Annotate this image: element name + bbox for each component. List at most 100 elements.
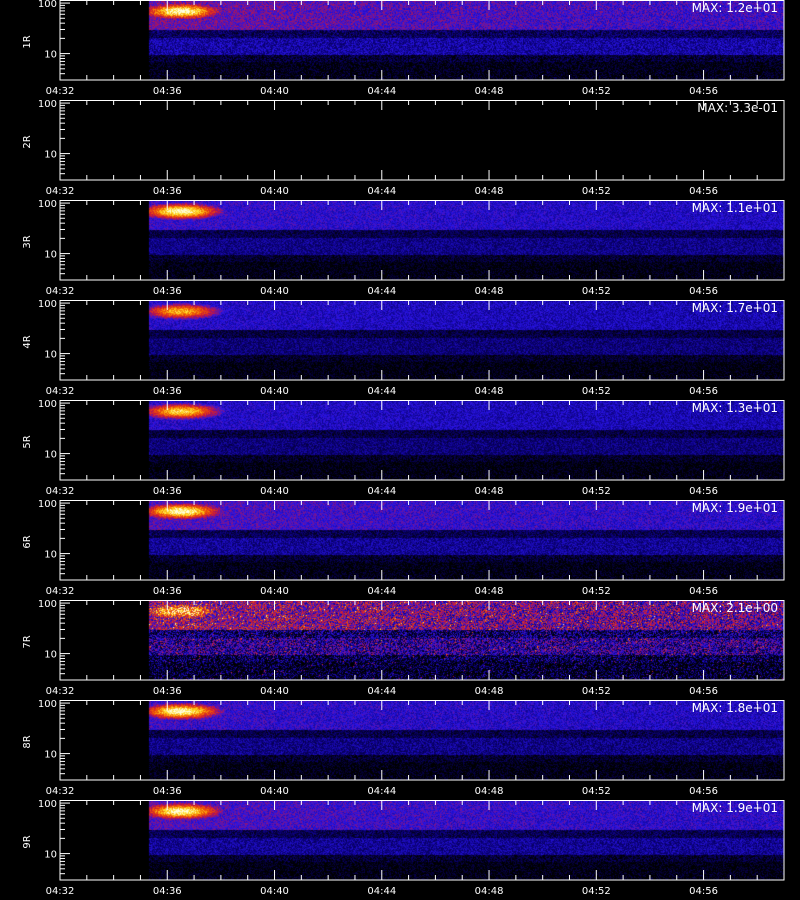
x-tick-label: 04:56 — [689, 286, 718, 297]
x-tick-label: 04:56 — [689, 486, 718, 497]
max-label: MAX: 2.1e+00 — [692, 601, 778, 615]
spectrogram-axes: 100 10 04:32 04:36 04:40 04:44 04:48 04:52 04:56… — [22, 799, 785, 897]
x-tick-label: 04:48 — [475, 186, 504, 197]
plot-frame — [59, 0, 785, 81]
x-tick-label: 04:44 — [367, 486, 396, 497]
x-tick-label: 04:32 — [46, 886, 75, 897]
plot-frame — [59, 100, 785, 181]
spectrogram-axes: 100 10 04:32 04:36 04:40 04:44 04:48 04:52 04:56… — [22, 499, 785, 597]
spectrogram-axes: 100 10 04:32 04:36 04:40 04:44 04:48 04:52 04:56… — [22, 599, 785, 697]
x-tick-label: 04:36 — [153, 886, 182, 897]
x-tick-label: 04:56 — [689, 86, 718, 97]
x-tick-label: 04:44 — [367, 386, 396, 397]
x-tick-label: 04:52 — [582, 586, 611, 597]
plot-frame — [59, 200, 785, 281]
x-tick-label: 04:36 — [153, 486, 182, 497]
x-tick-label: 04:36 — [153, 586, 182, 597]
max-label: MAX: 1.7e+01 — [692, 301, 778, 315]
channel-label: 5R — [22, 435, 33, 448]
y-tick-label: 10 — [44, 150, 57, 161]
x-tick-label: 04:48 — [475, 886, 504, 897]
plot-frame — [59, 800, 785, 881]
plot-frame — [59, 300, 785, 381]
x-tick-label: 04:36 — [153, 386, 182, 397]
spectrogram-panel-4r: 100 10 04:32 04:36 04:40 04:44 04:48 04:52 04:56… — [0, 299, 800, 400]
x-tick-label: 04:56 — [689, 886, 718, 897]
spectrogram-panel-8r: 100 10 04:32 04:36 04:40 04:44 04:48 04:52 04:56… — [0, 699, 800, 800]
max-label: MAX: 1.1e+01 — [692, 201, 778, 215]
max-label: MAX: 1.8e+01 — [692, 701, 778, 715]
x-tick-label: 04:40 — [260, 186, 289, 197]
x-tick-label: 04:36 — [153, 86, 182, 97]
plot-frame — [59, 600, 785, 681]
x-tick-label: 04:44 — [367, 86, 396, 97]
channel-label: 6R — [22, 535, 33, 548]
x-tick-label: 04:32 — [46, 486, 75, 497]
x-tick-label: 04:32 — [46, 286, 75, 297]
x-tick-label: 04:44 — [367, 886, 396, 897]
spectrogram-axes: 100 10 04:32 04:36 04:40 04:44 04:48 04:52 04:56… — [22, 399, 785, 497]
plot-frame — [59, 700, 785, 781]
max-label: MAX: 1.3e+01 — [692, 401, 778, 415]
x-tick-label: 04:48 — [475, 686, 504, 697]
x-tick-label: 04:52 — [582, 186, 611, 197]
max-label: MAX: 1.9e+01 — [692, 801, 778, 815]
y-tick-label: 10 — [44, 750, 57, 761]
x-tick-label: 04:40 — [260, 486, 289, 497]
y-tick-label: 10 — [44, 550, 57, 561]
spectrogram-panel-2r: 100 10 04:32 04:36 04:40 04:44 04:48 04:52 04:56… — [0, 99, 800, 200]
x-tick-label: 04:40 — [260, 786, 289, 797]
x-tick-label: 04:44 — [367, 286, 396, 297]
channel-label: 9R — [22, 835, 33, 848]
plot-frame — [59, 500, 785, 581]
y-tick-label: 10 — [44, 50, 57, 61]
max-label: MAX: 1.2e+01 — [692, 1, 778, 15]
x-tick-label: 04:36 — [153, 686, 182, 697]
x-tick-label: 04:40 — [260, 286, 289, 297]
x-tick-label: 04:56 — [689, 386, 718, 397]
x-tick-label: 04:32 — [46, 86, 75, 97]
y-tick-label: 100 — [38, 799, 57, 810]
spectrogram-axes: 100 10 04:32 04:36 04:40 04:44 04:48 04:52 04:56… — [22, 99, 785, 197]
x-tick-label: 04:32 — [46, 686, 75, 697]
x-tick-label: 04:32 — [46, 586, 75, 597]
x-tick-label: 04:56 — [689, 786, 718, 797]
x-tick-label: 04:56 — [689, 186, 718, 197]
x-tick-label: 04:36 — [153, 286, 182, 297]
x-tick-label: 04:52 — [582, 386, 611, 397]
x-tick-label: 04:48 — [475, 586, 504, 597]
spectrogram-axes: 100 10 04:32 04:36 04:40 04:44 04:48 04:52 04:56… — [22, 0, 785, 97]
channel-label: 3R — [22, 235, 33, 248]
x-tick-label: 04:52 — [582, 686, 611, 697]
channel-label: 4R — [22, 335, 33, 348]
y-tick-label: 100 — [38, 599, 57, 610]
x-tick-label: 04:56 — [689, 586, 718, 597]
x-tick-label: 04:48 — [475, 386, 504, 397]
x-tick-label: 04:52 — [582, 886, 611, 897]
x-tick-label: 04:32 — [46, 786, 75, 797]
y-tick-label: 100 — [38, 399, 57, 410]
x-tick-label: 04:44 — [367, 786, 396, 797]
y-tick-label: 100 — [38, 199, 57, 210]
x-tick-label: 04:44 — [367, 686, 396, 697]
spectrogram-axes: 100 10 04:32 04:36 04:40 04:44 04:48 04:52 04:56… — [22, 199, 785, 297]
x-tick-label: 04:32 — [46, 386, 75, 397]
spectrogram-panel-5r: 100 10 04:32 04:36 04:40 04:44 04:48 04:52 04:56… — [0, 399, 800, 500]
spectrogram-axes: 100 10 04:32 04:36 04:40 04:44 04:48 04:52 04:56… — [22, 699, 785, 797]
channel-label: 2R — [22, 135, 33, 148]
x-tick-label: 04:32 — [46, 186, 75, 197]
x-tick-label: 04:56 — [689, 686, 718, 697]
y-tick-label: 100 — [38, 0, 57, 10]
x-tick-label: 04:40 — [260, 386, 289, 397]
x-tick-label: 04:48 — [475, 486, 504, 497]
x-tick-label: 04:36 — [153, 786, 182, 797]
channel-label: 1R — [22, 35, 33, 48]
x-tick-label: 04:40 — [260, 686, 289, 697]
x-tick-label: 04:40 — [260, 86, 289, 97]
y-tick-label: 100 — [38, 299, 57, 310]
spectrogram-panel-1r: 100 10 04:32 04:36 04:40 04:44 04:48 04:52 04:56… — [0, 0, 800, 100]
y-tick-label: 10 — [44, 250, 57, 261]
y-tick-label: 10 — [44, 350, 57, 361]
y-tick-label: 100 — [38, 99, 57, 110]
x-tick-label: 04:44 — [367, 186, 396, 197]
